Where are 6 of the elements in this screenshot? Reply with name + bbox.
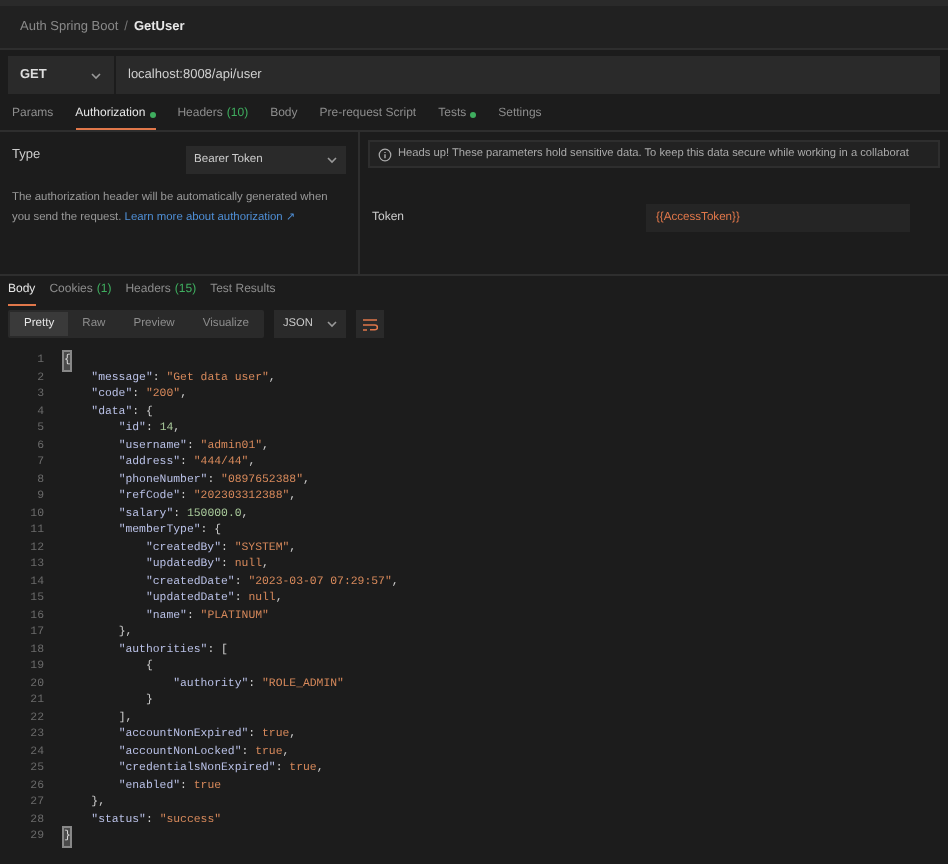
info-icon — [378, 147, 392, 161]
wrap-lines-icon — [362, 317, 379, 331]
wrap-lines-button[interactable] — [356, 310, 385, 338]
chevron-down-icon — [326, 320, 339, 328]
chevron-down-icon — [326, 156, 338, 164]
chevron-down-icon — [90, 71, 102, 79]
